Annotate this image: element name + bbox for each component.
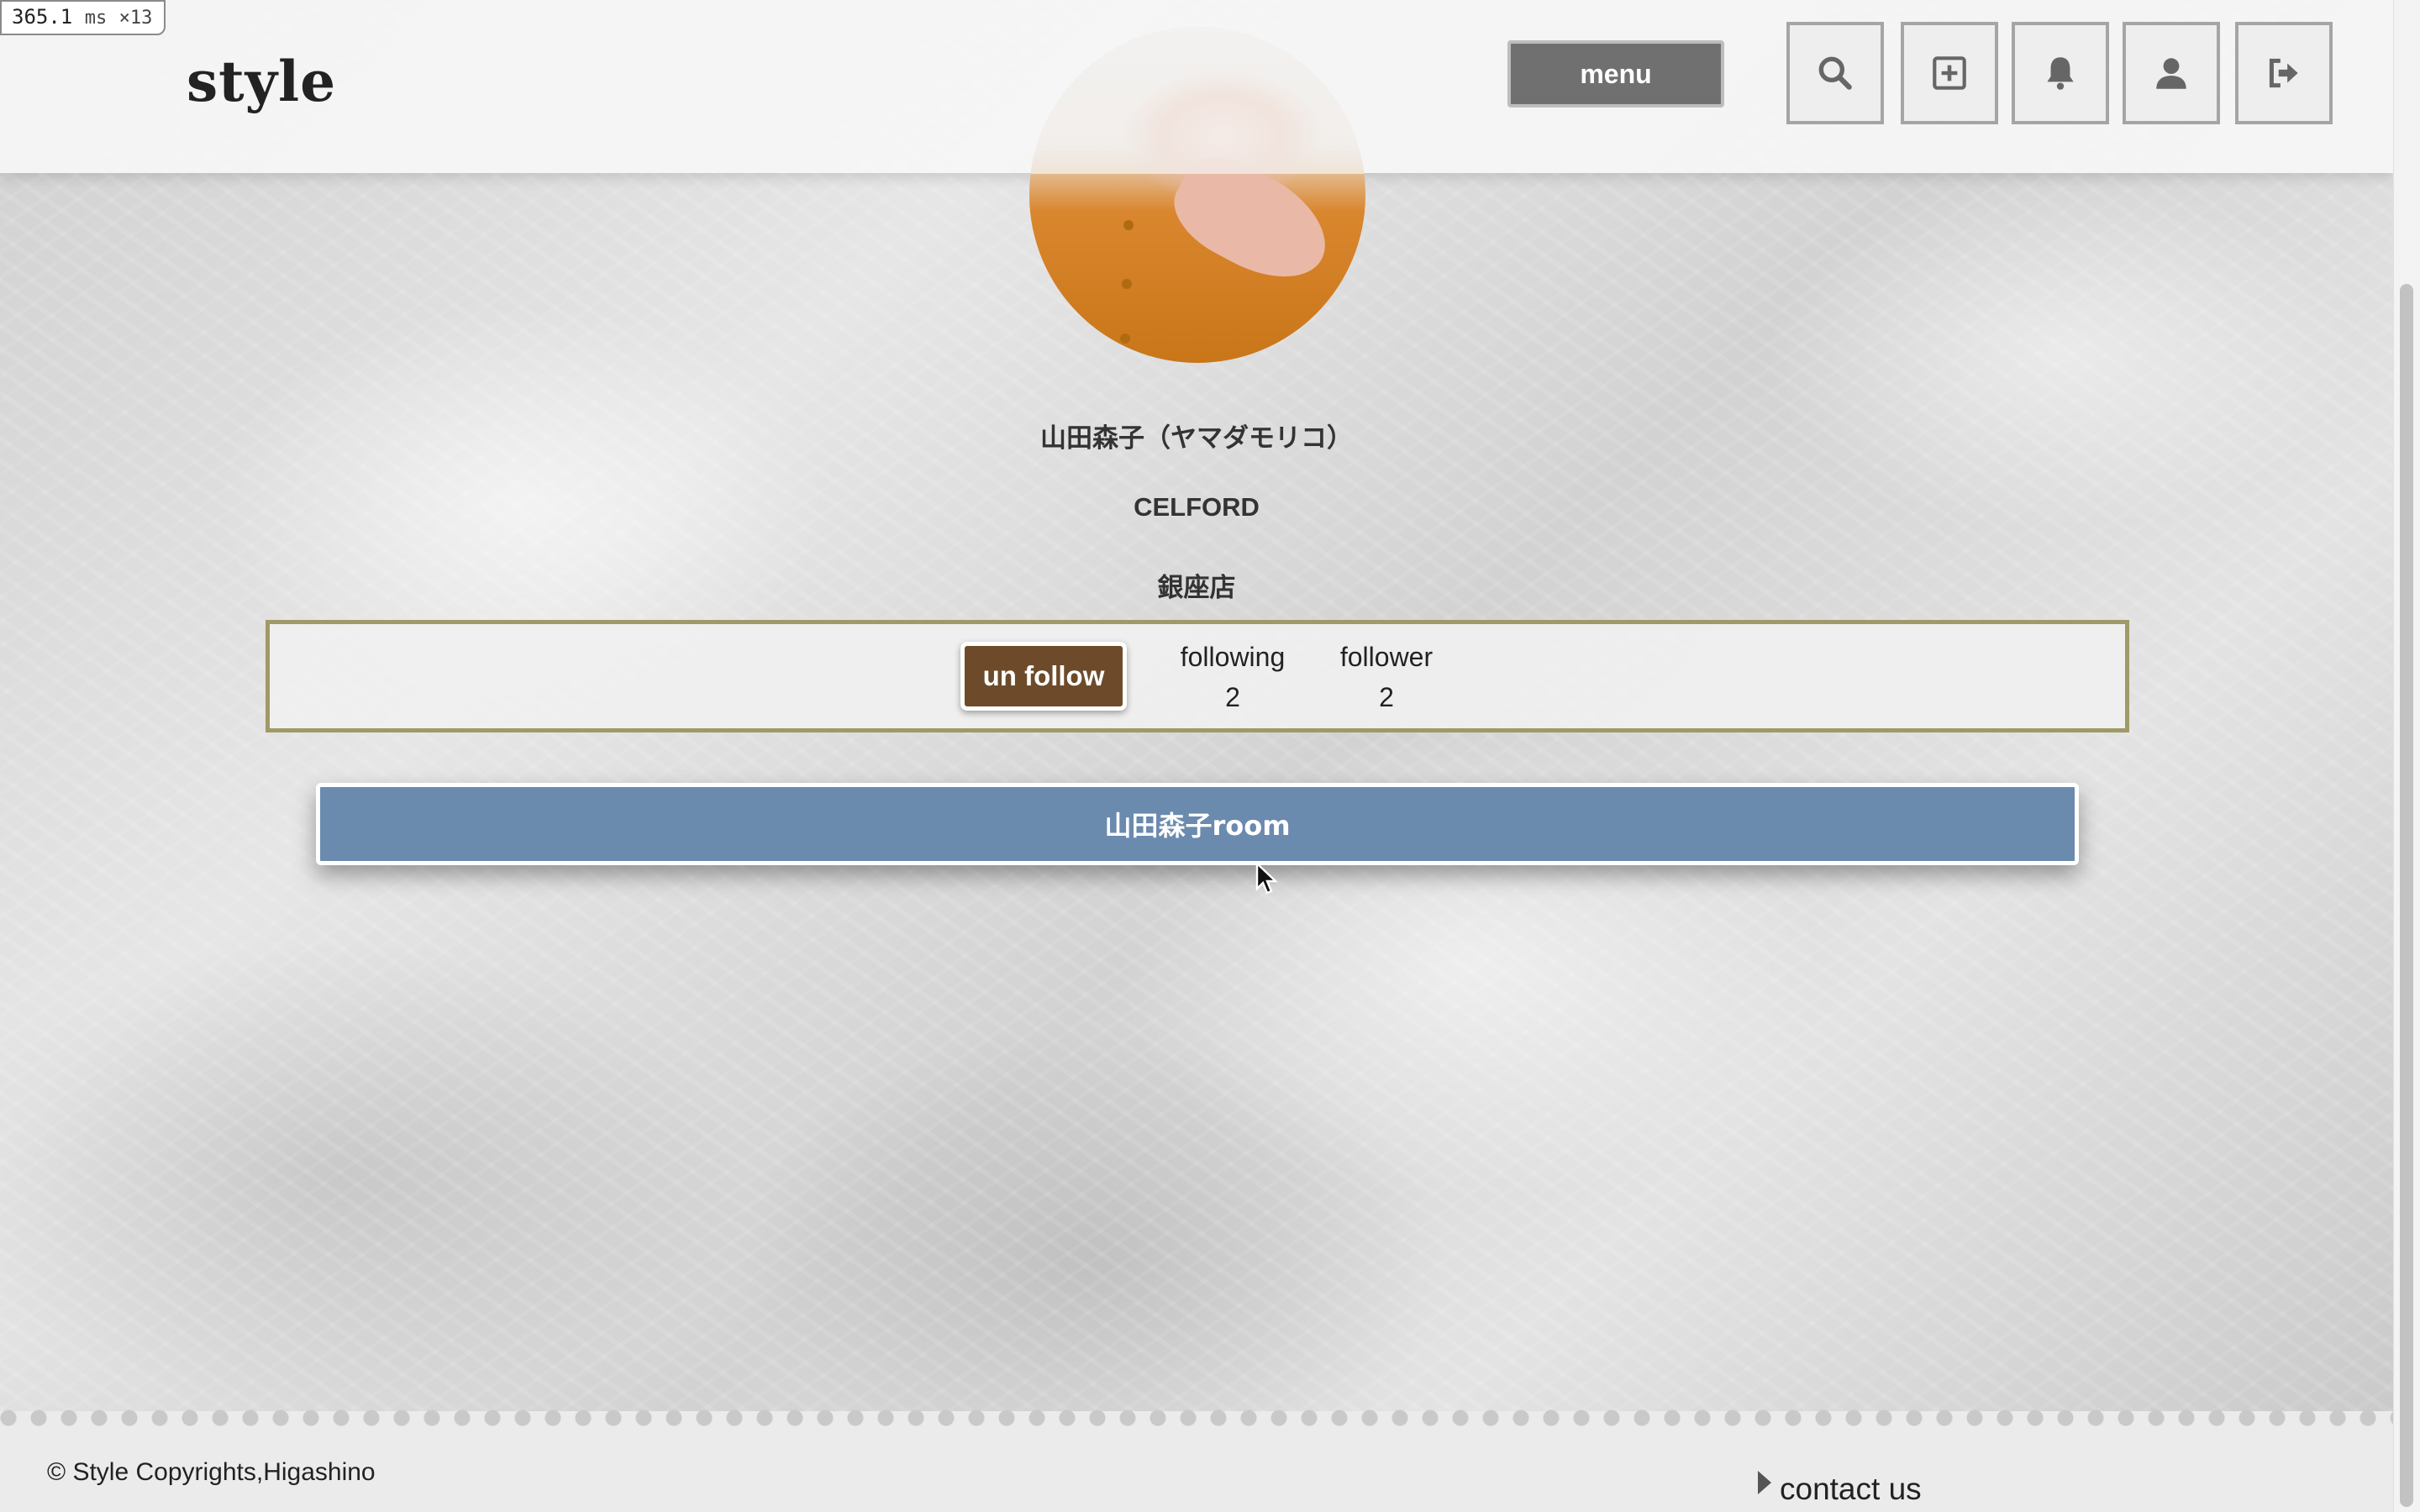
menu-button[interactable]: menu	[1507, 40, 1724, 108]
contact-label[interactable]: contact us	[1780, 1472, 1922, 1507]
profile-brand: CELFORD	[1134, 492, 1260, 522]
search-icon	[1818, 56, 1852, 90]
avatar-detail	[1120, 333, 1130, 344]
scrollbar-thumb[interactable]	[2400, 284, 2413, 1507]
follower-stat[interactable]: follower 2	[1302, 637, 1470, 717]
bell-icon	[2047, 57, 2074, 90]
site-logo[interactable]: style	[187, 49, 336, 114]
follower-label: follower	[1339, 642, 1434, 672]
avatar-detail	[1122, 279, 1132, 289]
contact-link[interactable]: contact us	[1758, 1471, 1922, 1507]
logout-button[interactable]	[2235, 22, 2333, 124]
search-button[interactable]	[1786, 22, 1884, 124]
avatar-detail	[1123, 220, 1134, 230]
copyright-text: © Style Copyrights,Higashino	[47, 1458, 376, 1486]
following-count: 2	[1225, 682, 1240, 712]
avatar-header-overlap	[1029, 27, 1365, 174]
user-icon	[2156, 58, 2186, 89]
following-label: following	[1180, 642, 1286, 672]
following-stat[interactable]: following 2	[1149, 637, 1317, 717]
notifications-button[interactable]	[2012, 22, 2109, 124]
perf-multiplier: ×13	[118, 8, 153, 29]
profile-name: 山田森子（ヤマダモリコ）	[1040, 423, 1353, 454]
follower-count: 2	[1379, 682, 1394, 712]
unfollow-button[interactable]: un follow	[960, 642, 1127, 711]
footer-dotted-border	[0, 1410, 2393, 1426]
perf-unit: ms	[84, 8, 108, 29]
profile-button[interactable]	[2123, 22, 2220, 124]
logout-icon	[2269, 58, 2298, 88]
add-post-icon	[1933, 56, 1966, 90]
mouse-cursor-icon	[1255, 862, 1278, 895]
profile-store: 銀座店	[1157, 573, 1236, 603]
profile-avatar	[1029, 27, 1365, 363]
triangle-right-icon	[1758, 1471, 1771, 1494]
add-post-button[interactable]	[1901, 22, 1998, 124]
perf-value: 365.1	[12, 5, 73, 29]
page: style menu 山田森子（ヤマダモリコ） CELFORD 銀座店 un f…	[0, 0, 2393, 1512]
performance-badge: 365.1 ms ×13	[0, 0, 166, 35]
room-button[interactable]: 山田森子room	[316, 783, 2079, 865]
